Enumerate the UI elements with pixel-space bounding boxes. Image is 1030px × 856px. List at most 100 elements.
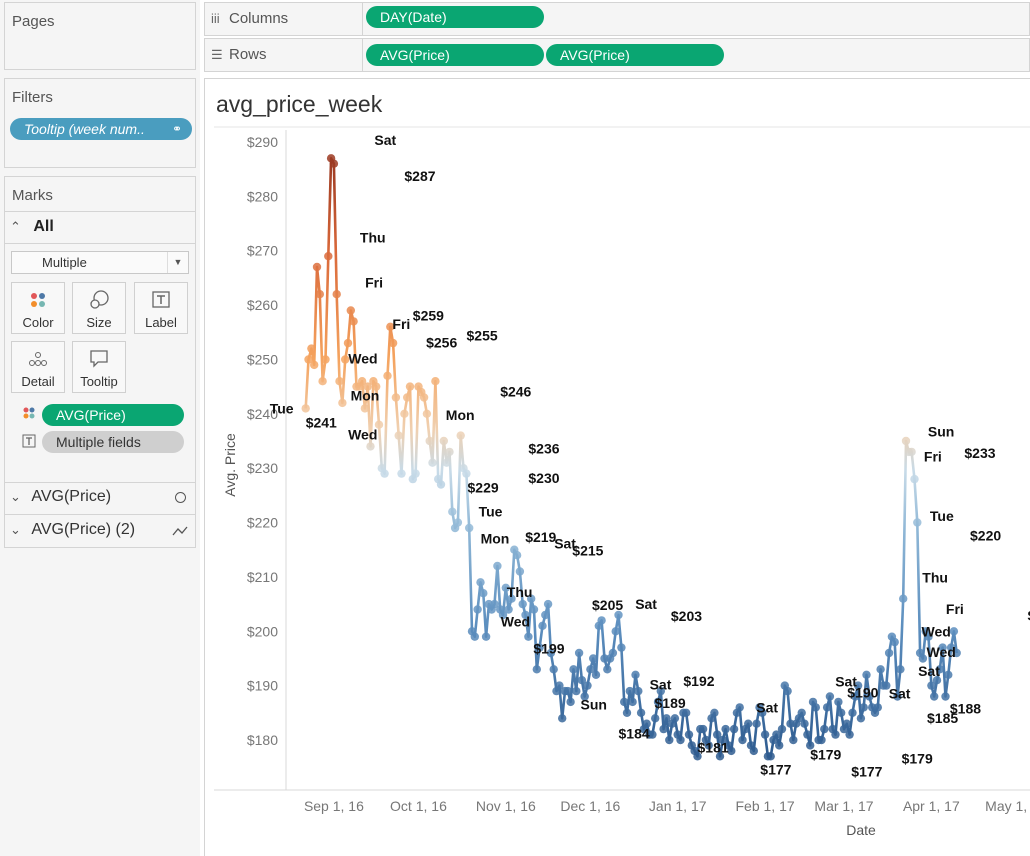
price-point	[591, 670, 601, 679]
columns-shelf[interactable]: iii Columns DAY(Date)	[204, 2, 1030, 36]
price-point	[335, 377, 344, 386]
rows-pill-1[interactable]: AVG(Price)	[366, 44, 544, 66]
price-point	[476, 578, 485, 587]
price-point	[775, 741, 784, 750]
price-point	[321, 355, 330, 364]
price-point	[744, 719, 753, 728]
label-t-icon	[22, 434, 36, 453]
x-tick-label: Dec 1, 16	[560, 798, 620, 814]
price-point	[749, 746, 758, 756]
rows-shelf[interactable]: ☰ Rows AVG(Price) AVG(Price)	[204, 38, 1030, 72]
marks-color-pill-label: AVG(Price)	[56, 407, 126, 423]
divider	[4, 243, 196, 244]
label-label: Label	[145, 315, 177, 330]
price-point	[777, 724, 787, 734]
price-point	[890, 637, 899, 647]
mark-type-select[interactable]: Multiple ▼	[11, 251, 189, 274]
pages-title: Pages	[12, 13, 55, 30]
price-point	[842, 719, 851, 728]
price-point	[611, 627, 620, 636]
price-point	[896, 665, 905, 674]
price-point	[453, 518, 463, 527]
x-tick-label: Oct 1, 16	[390, 798, 447, 814]
price-point	[383, 371, 392, 380]
price-point	[603, 665, 612, 674]
marks-label-pill[interactable]: Multiple fields	[42, 431, 184, 453]
price-point	[913, 518, 922, 527]
x-tick-label: Feb 1, 17	[736, 798, 795, 814]
data-label: Wed	[501, 614, 530, 630]
price-point	[856, 714, 866, 723]
data-label: $184	[619, 725, 650, 741]
detail-button[interactable]: Detail	[11, 341, 65, 393]
price-point	[631, 670, 640, 679]
columns-label: Columns	[229, 10, 289, 27]
data-label: Sat	[756, 699, 778, 715]
filter-pill[interactable]: Tooltip (week num.. ⚭	[10, 118, 192, 140]
data-label: Tue	[270, 400, 294, 416]
price-point	[366, 442, 375, 451]
filter-pill-label: Tooltip (week num..	[24, 121, 145, 137]
price-point	[760, 730, 770, 739]
y-tick-label: $190	[247, 678, 278, 694]
price-point	[845, 730, 854, 739]
data-label: $215	[572, 543, 603, 559]
price-point	[301, 404, 310, 413]
rows-pill-2[interactable]: AVG(Price)	[546, 44, 724, 66]
price-point	[456, 431, 465, 440]
label-button[interactable]: Label	[134, 282, 188, 334]
speech-bubble-icon	[73, 348, 125, 374]
data-label: Sat	[374, 132, 396, 148]
size-button[interactable]: Size	[72, 282, 126, 334]
marks-card-avg-price-2[interactable]: ⌄ AVG(Price) (2)	[10, 521, 190, 539]
columns-icon: iii	[211, 11, 220, 26]
price-point	[735, 703, 744, 712]
link-icon: ⚭	[171, 122, 182, 136]
data-label: Sat	[889, 686, 911, 702]
data-label: $287	[404, 168, 435, 184]
price-point	[504, 605, 513, 614]
columns-pill[interactable]: DAY(Date)	[366, 6, 544, 28]
marks-color-pill[interactable]: AVG(Price)	[42, 404, 184, 426]
price-point	[738, 735, 747, 745]
price-point	[343, 338, 353, 348]
circle-icon	[175, 492, 186, 503]
price-point	[394, 431, 403, 440]
price-point	[837, 708, 846, 717]
price-point	[659, 724, 668, 734]
price-point	[405, 382, 415, 391]
data-label: $199	[533, 641, 564, 657]
price-point	[907, 447, 916, 457]
filters-card[interactable]: Filters Tooltip (week num.. ⚭	[4, 78, 196, 168]
price-point	[752, 719, 761, 728]
color-button[interactable]: Color	[11, 282, 65, 334]
price-point	[617, 643, 626, 652]
price-line-chart[interactable]: $180$190$200$210$220$230$240$250$260$270…	[204, 78, 1030, 856]
pages-card[interactable]: Pages	[4, 2, 196, 70]
tooltip-button[interactable]: Tooltip	[72, 341, 126, 393]
price-point	[439, 436, 448, 446]
dropdown-arrow-icon: ▼	[167, 252, 188, 273]
price-point	[628, 697, 637, 707]
data-label: Sun	[928, 424, 954, 440]
rows-pill-label: AVG(Price)	[380, 47, 450, 63]
detail-dots-icon	[12, 348, 64, 374]
data-label: Mon	[351, 388, 380, 404]
marks-all-label: All	[33, 218, 54, 235]
price-point	[380, 469, 389, 478]
x-tick-label: Jan 1, 17	[649, 798, 707, 814]
price-point	[910, 474, 919, 484]
data-label: Fri	[924, 448, 942, 464]
price-point	[541, 610, 550, 620]
marks-card-avg-price[interactable]: ⌄ AVG(Price)	[10, 488, 190, 506]
data-label: $256	[426, 334, 457, 350]
price-point	[766, 752, 775, 761]
price-point	[493, 561, 502, 571]
marks-all-row[interactable]: ⌃ All	[10, 218, 54, 236]
price-point	[481, 632, 491, 641]
x-axis-title: Date	[846, 822, 876, 838]
data-label: Wed	[348, 351, 377, 367]
price-point	[442, 458, 451, 467]
price-point	[403, 393, 412, 402]
price-point	[941, 692, 950, 701]
